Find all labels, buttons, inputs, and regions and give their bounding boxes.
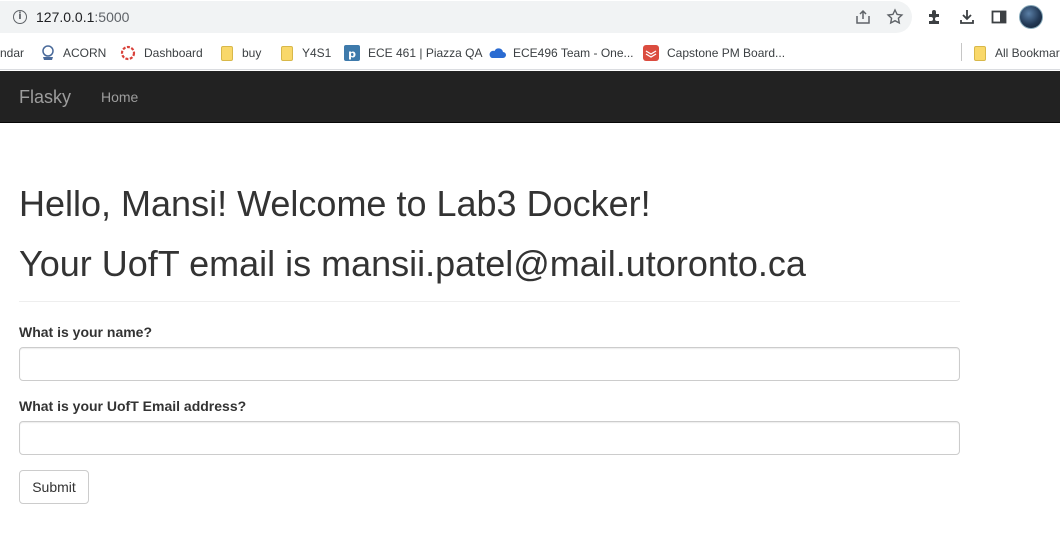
greeting-heading: Hello, Mansi! Welcome to Lab3 Docker!	[19, 183, 651, 224]
nav-link-home[interactable]: Home	[101, 89, 138, 105]
folder-icon	[221, 46, 233, 61]
bookmarks-bar: ndar ACORN Dashboard buy Y4S1 p ECE 461 …	[0, 36, 1060, 70]
navbar-brand[interactable]: Flasky	[19, 87, 71, 108]
folder-icon	[281, 46, 293, 61]
download-icon[interactable]	[957, 7, 977, 27]
folder-icon	[974, 46, 986, 61]
acorn-logo-icon	[40, 45, 56, 61]
url-port: :5000	[94, 9, 130, 25]
bookmark-item-capstone[interactable]: Capstone PM Board...	[667, 44, 785, 62]
bookmark-folder-y4s1[interactable]: Y4S1	[302, 44, 331, 62]
url-host: 127.0.0.1	[36, 9, 95, 25]
bookmark-item-ece496[interactable]: ECE496 Team - One...	[513, 44, 634, 62]
bookmark-item-piazza[interactable]: ECE 461 | Piazza QA	[368, 44, 483, 62]
bookmark-item-acorn[interactable]: ACORN	[63, 44, 106, 62]
piazza-logo-icon: p	[344, 45, 360, 61]
site-navbar: Flasky Home	[0, 71, 1060, 123]
side-panel-icon[interactable]	[989, 7, 1009, 27]
share-icon[interactable]	[854, 8, 872, 26]
site-info-icon[interactable]: i	[13, 10, 27, 24]
profile-avatar[interactable]	[1019, 5, 1043, 29]
bookmark-star-icon[interactable]	[886, 8, 904, 26]
submit-button[interactable]: Submit	[19, 470, 89, 504]
email-heading: Your UofT email is mansii.patel@mail.uto…	[19, 243, 806, 284]
header-divider	[19, 301, 960, 302]
svg-text:p: p	[348, 48, 356, 61]
browser-address-bar: i 127.0.0.1:5000	[0, 0, 1060, 36]
bookmark-folder-buy[interactable]: buy	[242, 44, 261, 62]
dashboard-logo-icon	[120, 45, 136, 61]
bookmark-folder-all-bookmarks[interactable]: All Bookmar	[995, 44, 1060, 62]
bookmark-item-calendar[interactable]: ndar	[0, 44, 24, 62]
extensions-puzzle-icon[interactable]	[925, 7, 945, 27]
url-text[interactable]: 127.0.0.1:5000	[36, 9, 129, 25]
bookmark-item-dashboard[interactable]: Dashboard	[144, 44, 203, 62]
omnibox[interactable]: i 127.0.0.1:5000	[0, 1, 912, 33]
email-input[interactable]	[19, 421, 960, 455]
name-field-label: What is your name?	[19, 324, 153, 340]
onedrive-cloud-icon	[488, 45, 506, 61]
bookmarks-divider	[961, 43, 962, 61]
email-field-label: What is your UofT Email address?	[19, 398, 247, 414]
name-input[interactable]	[19, 347, 960, 381]
todoist-logo-icon	[643, 45, 659, 61]
